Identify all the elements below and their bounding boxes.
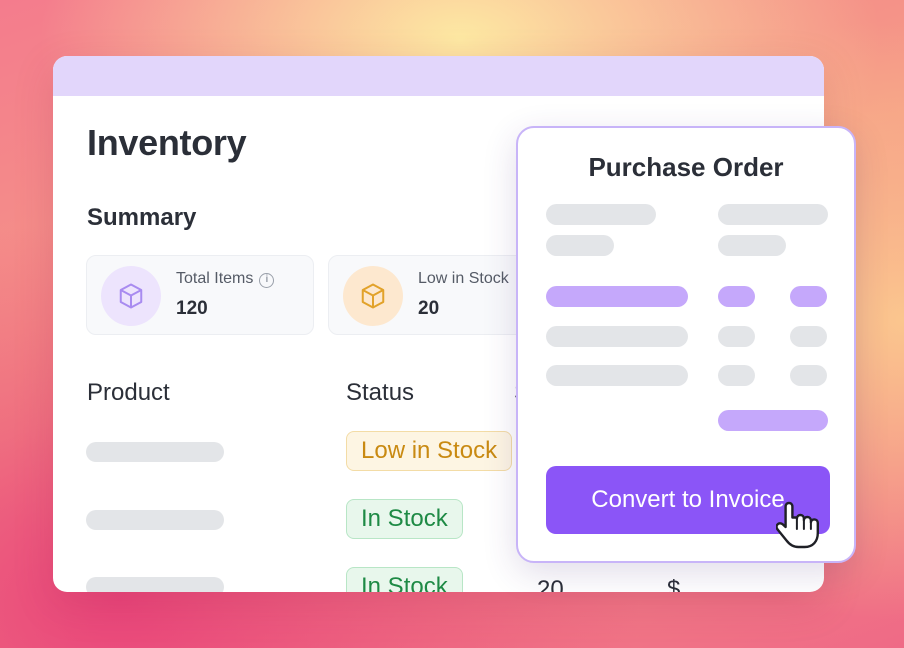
- total-items-label: Total Items: [176, 270, 254, 287]
- info-icon[interactable]: i: [259, 273, 275, 288]
- po-line-item-placeholder: [790, 365, 827, 386]
- po-text-placeholder: [546, 235, 614, 256]
- po-line-item-placeholder: [546, 326, 688, 347]
- po-line-item-highlighted: [546, 286, 688, 307]
- po-line-item-highlighted: [790, 286, 827, 307]
- product-name-placeholder: [86, 510, 224, 530]
- po-text-placeholder: [546, 204, 656, 225]
- po-line-item-placeholder: [718, 365, 755, 386]
- purchase-order-title: Purchase Order: [588, 152, 784, 182]
- low-in-stock-label: Low in Stock: [418, 270, 509, 287]
- window-title-bar: [53, 56, 824, 96]
- summary-title: Summary: [87, 204, 197, 231]
- cube-icon: [101, 266, 161, 326]
- po-total-placeholder: [718, 410, 828, 431]
- summary-card-low-in-stock[interactable]: Low in Stock 20: [328, 255, 548, 335]
- price-cell: $: [667, 576, 681, 592]
- po-line-item-placeholder: [546, 365, 688, 386]
- product-name-placeholder: [86, 442, 224, 462]
- po-text-placeholder: [718, 204, 828, 225]
- quantity-cell: 20: [537, 576, 564, 592]
- column-header-status[interactable]: Status: [346, 379, 414, 407]
- summary-card-label: Total Items i: [176, 270, 275, 288]
- status-badge: In Stock: [346, 567, 463, 592]
- po-line-item-placeholder: [718, 326, 755, 347]
- summary-card-total-items[interactable]: Total Items i 120: [86, 255, 314, 335]
- status-badge: Low in Stock: [346, 431, 513, 471]
- page-title: Inventory: [87, 122, 247, 163]
- total-items-value: 120: [176, 298, 208, 319]
- cube-icon: [343, 266, 403, 326]
- po-line-item-highlighted: [718, 286, 755, 307]
- hand-pointer-icon: [776, 501, 819, 549]
- column-header-product[interactable]: Product: [87, 379, 170, 407]
- product-name-placeholder: [86, 577, 224, 592]
- po-text-placeholder: [718, 235, 786, 256]
- po-line-item-placeholder: [790, 326, 827, 347]
- status-badge: In Stock: [346, 499, 463, 539]
- low-in-stock-value: 20: [418, 298, 440, 319]
- purchase-order-card: Purchase Order Convert to Invoice: [516, 126, 856, 563]
